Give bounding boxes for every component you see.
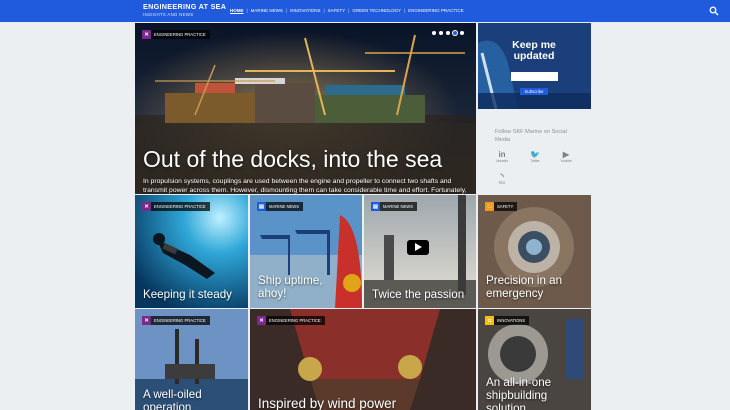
article-category-tag[interactable]: ◘ INNOVATIONS: [485, 316, 530, 325]
article-card[interactable]: ✕ ENGINEERING PRACTICE Keeping it steady: [135, 195, 248, 308]
engineering-practice-icon: ✕: [142, 30, 151, 39]
linkedin-label: LinkedIn: [495, 159, 509, 163]
article-card[interactable]: ▤ MARINE NEWS Ship uptime, ahoy!: [250, 195, 362, 308]
article-category-label: ENGINEERING PRACTICE: [269, 318, 321, 323]
article-card[interactable]: □ SAFETY Precision in an emergency: [478, 195, 591, 308]
nav-engineering-practice[interactable]: ENGINEERING PRACTICE: [408, 8, 464, 13]
article-card[interactable]: ✕ ENGINEERING PRACTICE A well-oiled oper…: [135, 309, 248, 410]
rss-label: RSS: [498, 181, 506, 185]
article-card[interactable]: ✕ ENGINEERING PRACTICE Inspired by wind …: [250, 309, 476, 410]
newsletter-panel: [478, 23, 591, 109]
article-category-label: INNOVATIONS: [497, 318, 526, 323]
slide-dot-active[interactable]: [453, 31, 457, 35]
article-title[interactable]: Twice the passion: [372, 288, 476, 301]
article-title[interactable]: Inspired by wind power: [258, 397, 468, 410]
newsletter-background: [478, 23, 591, 109]
nav-safety[interactable]: SAFETY: [328, 8, 346, 13]
article-title[interactable]: An all-in-one shipbuilding solution: [486, 376, 586, 410]
nav-separator: |: [404, 8, 406, 13]
slide-dot[interactable]: [446, 31, 450, 35]
engineering-practice-icon: ✕: [257, 316, 266, 325]
brand-title: ENGINEERING AT SEA: [143, 2, 227, 11]
nav-home[interactable]: HOME: [230, 8, 244, 13]
video-play-button[interactable]: [407, 240, 429, 255]
nav-green-technology[interactable]: GREEN TECHNOLOGY: [352, 8, 401, 13]
youtube-link[interactable]: ▶ Youtube: [554, 150, 578, 164]
linkedin-link[interactable]: in LinkedIn: [490, 150, 514, 164]
article-card[interactable]: ◘ INNOVATIONS An all-in-one shipbuilding…: [478, 309, 591, 410]
nav-separator: |: [246, 8, 248, 13]
brand-subtitle: INSIGHTS AND NEWS: [143, 12, 194, 17]
nav-separator: |: [348, 8, 350, 13]
article-category-tag[interactable]: □ SAFETY: [485, 202, 518, 211]
article-category-label: MARINE NEWS: [383, 204, 414, 209]
article-category-label: MARINE NEWS: [269, 204, 300, 209]
article-title[interactable]: Precision in an emergency: [486, 274, 578, 300]
hero-category-tag[interactable]: ✕ ENGINEERING PRACTICE: [142, 30, 210, 39]
safety-icon: □: [485, 202, 494, 211]
article-category-label: ENGINEERING PRACTICE: [154, 204, 206, 209]
marine-news-icon: ▤: [257, 202, 266, 211]
slide-dot[interactable]: [432, 31, 436, 35]
youtube-icon: ▶: [562, 150, 570, 159]
social-panel: Follow SKF Marine on Social Media in Lin…: [478, 110, 591, 194]
rss-link[interactable]: ◝ RSS: [490, 172, 514, 186]
top-navigation-bar: ENGINEERING AT SEA INSIGHTS AND NEWS HOM…: [0, 0, 730, 22]
nav-separator: |: [323, 8, 325, 13]
newsletter-title-line2: updated: [513, 50, 555, 62]
article-category-tag[interactable]: ✕ ENGINEERING PRACTICE: [257, 316, 325, 325]
search-icon[interactable]: [709, 6, 719, 16]
article-title[interactable]: Keeping it steady: [143, 288, 243, 301]
youtube-label: Youtube: [560, 159, 572, 163]
marine-news-icon: ▤: [371, 202, 380, 211]
nav-separator: |: [285, 8, 288, 13]
rss-icon: ◝: [500, 172, 504, 181]
article-category-tag[interactable]: ▤ MARINE NEWS: [257, 202, 304, 211]
article-title[interactable]: A well-oiled operation: [143, 388, 223, 410]
article-category-tag[interactable]: ✕ ENGINEERING PRACTICE: [142, 316, 210, 325]
article-title[interactable]: Ship uptime, ahoy!: [258, 274, 334, 300]
engineering-practice-icon: ✕: [142, 202, 151, 211]
hero-title[interactable]: Out of the docks, into the sea: [143, 146, 442, 173]
hero-slide[interactable]: ✕ ENGINEERING PRACTICE Out of the docks,…: [135, 23, 476, 194]
follow-text: Follow SKF Marine on Social Media: [495, 129, 567, 143]
hero-description: In propulsion systems, couplings are use…: [143, 178, 467, 194]
main-nav: HOME | MARINE NEWS | INNOVATIONS | SAFET…: [230, 8, 464, 13]
linkedin-icon: in: [498, 150, 506, 159]
innovations-icon: ◘: [485, 316, 494, 325]
article-category-tag[interactable]: ▤ MARINE NEWS: [371, 202, 418, 211]
newsletter-title: Keep me updated: [478, 40, 590, 62]
brand-logo[interactable]: ENGINEERING AT SEA INSIGHTS AND NEWS: [143, 3, 226, 18]
subscribe-button[interactable]: Subscribe: [520, 88, 548, 95]
slide-indicator: [432, 31, 467, 35]
article-category-label: SAFETY: [497, 204, 514, 209]
twitter-icon: 🐦: [530, 150, 540, 159]
engineering-practice-icon: ✕: [142, 316, 151, 325]
twitter-label: Twitter: [530, 159, 540, 163]
slide-dot[interactable]: [439, 31, 443, 35]
twitter-link[interactable]: 🐦 Twitter: [523, 150, 547, 164]
email-input[interactable]: [511, 72, 558, 81]
nav-innovations[interactable]: INNOVATIONS: [290, 8, 320, 13]
nav-marine-news[interactable]: MARINE NEWS: [251, 8, 283, 13]
slide-dot[interactable]: [460, 31, 464, 35]
hero-category-label: ENGINEERING PRACTICE: [154, 32, 206, 37]
article-category-label: ENGINEERING PRACTICE: [154, 318, 206, 323]
article-category-tag[interactable]: ✕ ENGINEERING PRACTICE: [142, 202, 210, 211]
